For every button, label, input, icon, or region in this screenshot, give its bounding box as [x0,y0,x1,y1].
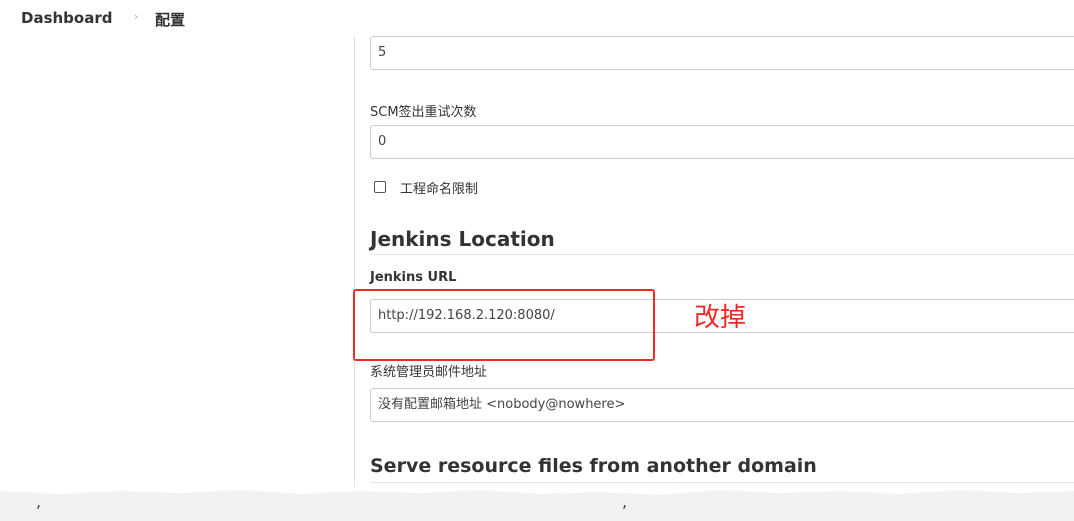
annotation-text: 改掉 [694,303,747,333]
jenkins-configure-page: Dashboard › 配置 5 SCM签出重试次数 0 工程命名限制 Jenk… [0,0,1074,521]
breadcrumb-separator-icon: › [134,10,139,23]
scm-retry-input[interactable]: 0 [370,125,1074,159]
sidebar-divider [354,37,355,487]
quiet-period-input[interactable]: 5 [370,36,1074,70]
admin-email-input[interactable]: 没有配置邮箱地址 <nobody@nowhere> [370,388,1074,422]
serve-resource-heading: Serve resource files from another domain [370,455,817,477]
svg-text:,: , [622,492,627,511]
breadcrumb: Dashboard › 配置 [0,0,1074,37]
section-divider-2 [370,482,1074,483]
breadcrumb-dashboard-link[interactable]: Dashboard [21,9,112,27]
project-naming-checkbox[interactable] [374,181,386,193]
annotation-highlight-box [353,289,655,361]
jenkins-url-label: Jenkins URL [370,270,457,285]
project-naming-label: 工程命名限制 [400,181,479,197]
torn-paper-edge: , , [0,487,1074,521]
breadcrumb-current[interactable]: 配置 [155,9,185,30]
svg-text:,: , [36,492,41,511]
section-divider [370,254,1074,255]
project-naming-row[interactable]: 工程命名限制 [374,178,479,197]
admin-email-label: 系统管理员邮件地址 [370,365,488,380]
scm-retry-label: SCM签出重试次数 [370,105,477,120]
torn-edge-shape: , , [0,487,1074,511]
jenkins-location-heading: Jenkins Location [370,227,555,251]
